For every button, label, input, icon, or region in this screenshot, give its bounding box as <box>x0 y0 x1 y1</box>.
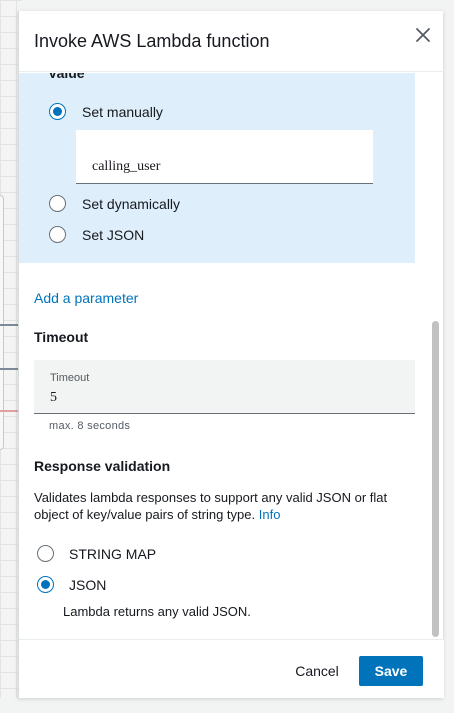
radio-label: Set manually <box>82 103 163 120</box>
timeout-field-value: 5 <box>50 390 57 405</box>
scrollbar-thumb[interactable] <box>432 321 439 637</box>
modal-body: Value Set manually calling_user Set dyna… <box>19 73 444 639</box>
cancel-button[interactable]: Cancel <box>287 656 347 686</box>
timeout-hint: max. 8 seconds <box>49 420 131 432</box>
close-icon <box>416 28 430 42</box>
radio-set-json[interactable]: Set JSON <box>49 226 144 243</box>
timeout-heading: Timeout <box>34 329 89 345</box>
radio-label: JSON <box>69 576 107 593</box>
radio-set-dynamically[interactable]: Set dynamically <box>49 195 180 212</box>
radio-label: Set JSON <box>82 226 145 243</box>
json-option-description: Lambda returns any valid JSON. <box>63 604 251 619</box>
radio-button[interactable] <box>37 576 54 593</box>
manual-value-input[interactable]: calling_user <box>76 130 373 184</box>
radio-json[interactable]: JSON <box>37 576 106 593</box>
radio-button[interactable] <box>37 545 54 562</box>
radio-label: Set dynamically <box>82 195 181 212</box>
add-parameter-link[interactable]: Add a parameter <box>34 290 138 306</box>
page-background <box>0 698 454 713</box>
flow-connector-error <box>0 410 18 412</box>
modal-header: Invoke AWS Lambda function <box>19 11 444 72</box>
description-text: Validates lambda responses to support an… <box>34 490 388 522</box>
flow-connector <box>0 324 18 326</box>
radio-button[interactable] <box>49 103 66 120</box>
radio-button[interactable] <box>49 195 66 212</box>
save-button[interactable]: Save <box>359 656 423 686</box>
response-validation-description: Validates lambda responses to support an… <box>34 489 404 523</box>
value-panel: Value Set manually calling_user Set dyna… <box>19 73 415 263</box>
radio-string-map[interactable]: STRING MAP <box>37 545 156 562</box>
modal-footer: Cancel Save <box>19 639 444 698</box>
modal-title: Invoke AWS Lambda function <box>34 31 270 51</box>
radio-label: STRING MAP <box>69 545 157 562</box>
value-label: Value <box>48 73 85 81</box>
invoke-lambda-modal: Invoke AWS Lambda function Value Set man… <box>18 11 444 698</box>
radio-button[interactable] <box>49 226 66 243</box>
info-link[interactable]: Info <box>259 507 281 522</box>
timeout-field-label: Timeout <box>50 372 90 384</box>
close-button[interactable] <box>411 23 435 47</box>
timeout-input[interactable]: Timeout 5 <box>34 360 415 414</box>
response-validation-heading: Response validation <box>34 458 171 474</box>
radio-set-manually[interactable]: Set manually <box>49 103 163 120</box>
flow-connector <box>0 368 18 370</box>
manual-value-text: calling_user <box>92 159 161 174</box>
page-background <box>443 0 454 713</box>
